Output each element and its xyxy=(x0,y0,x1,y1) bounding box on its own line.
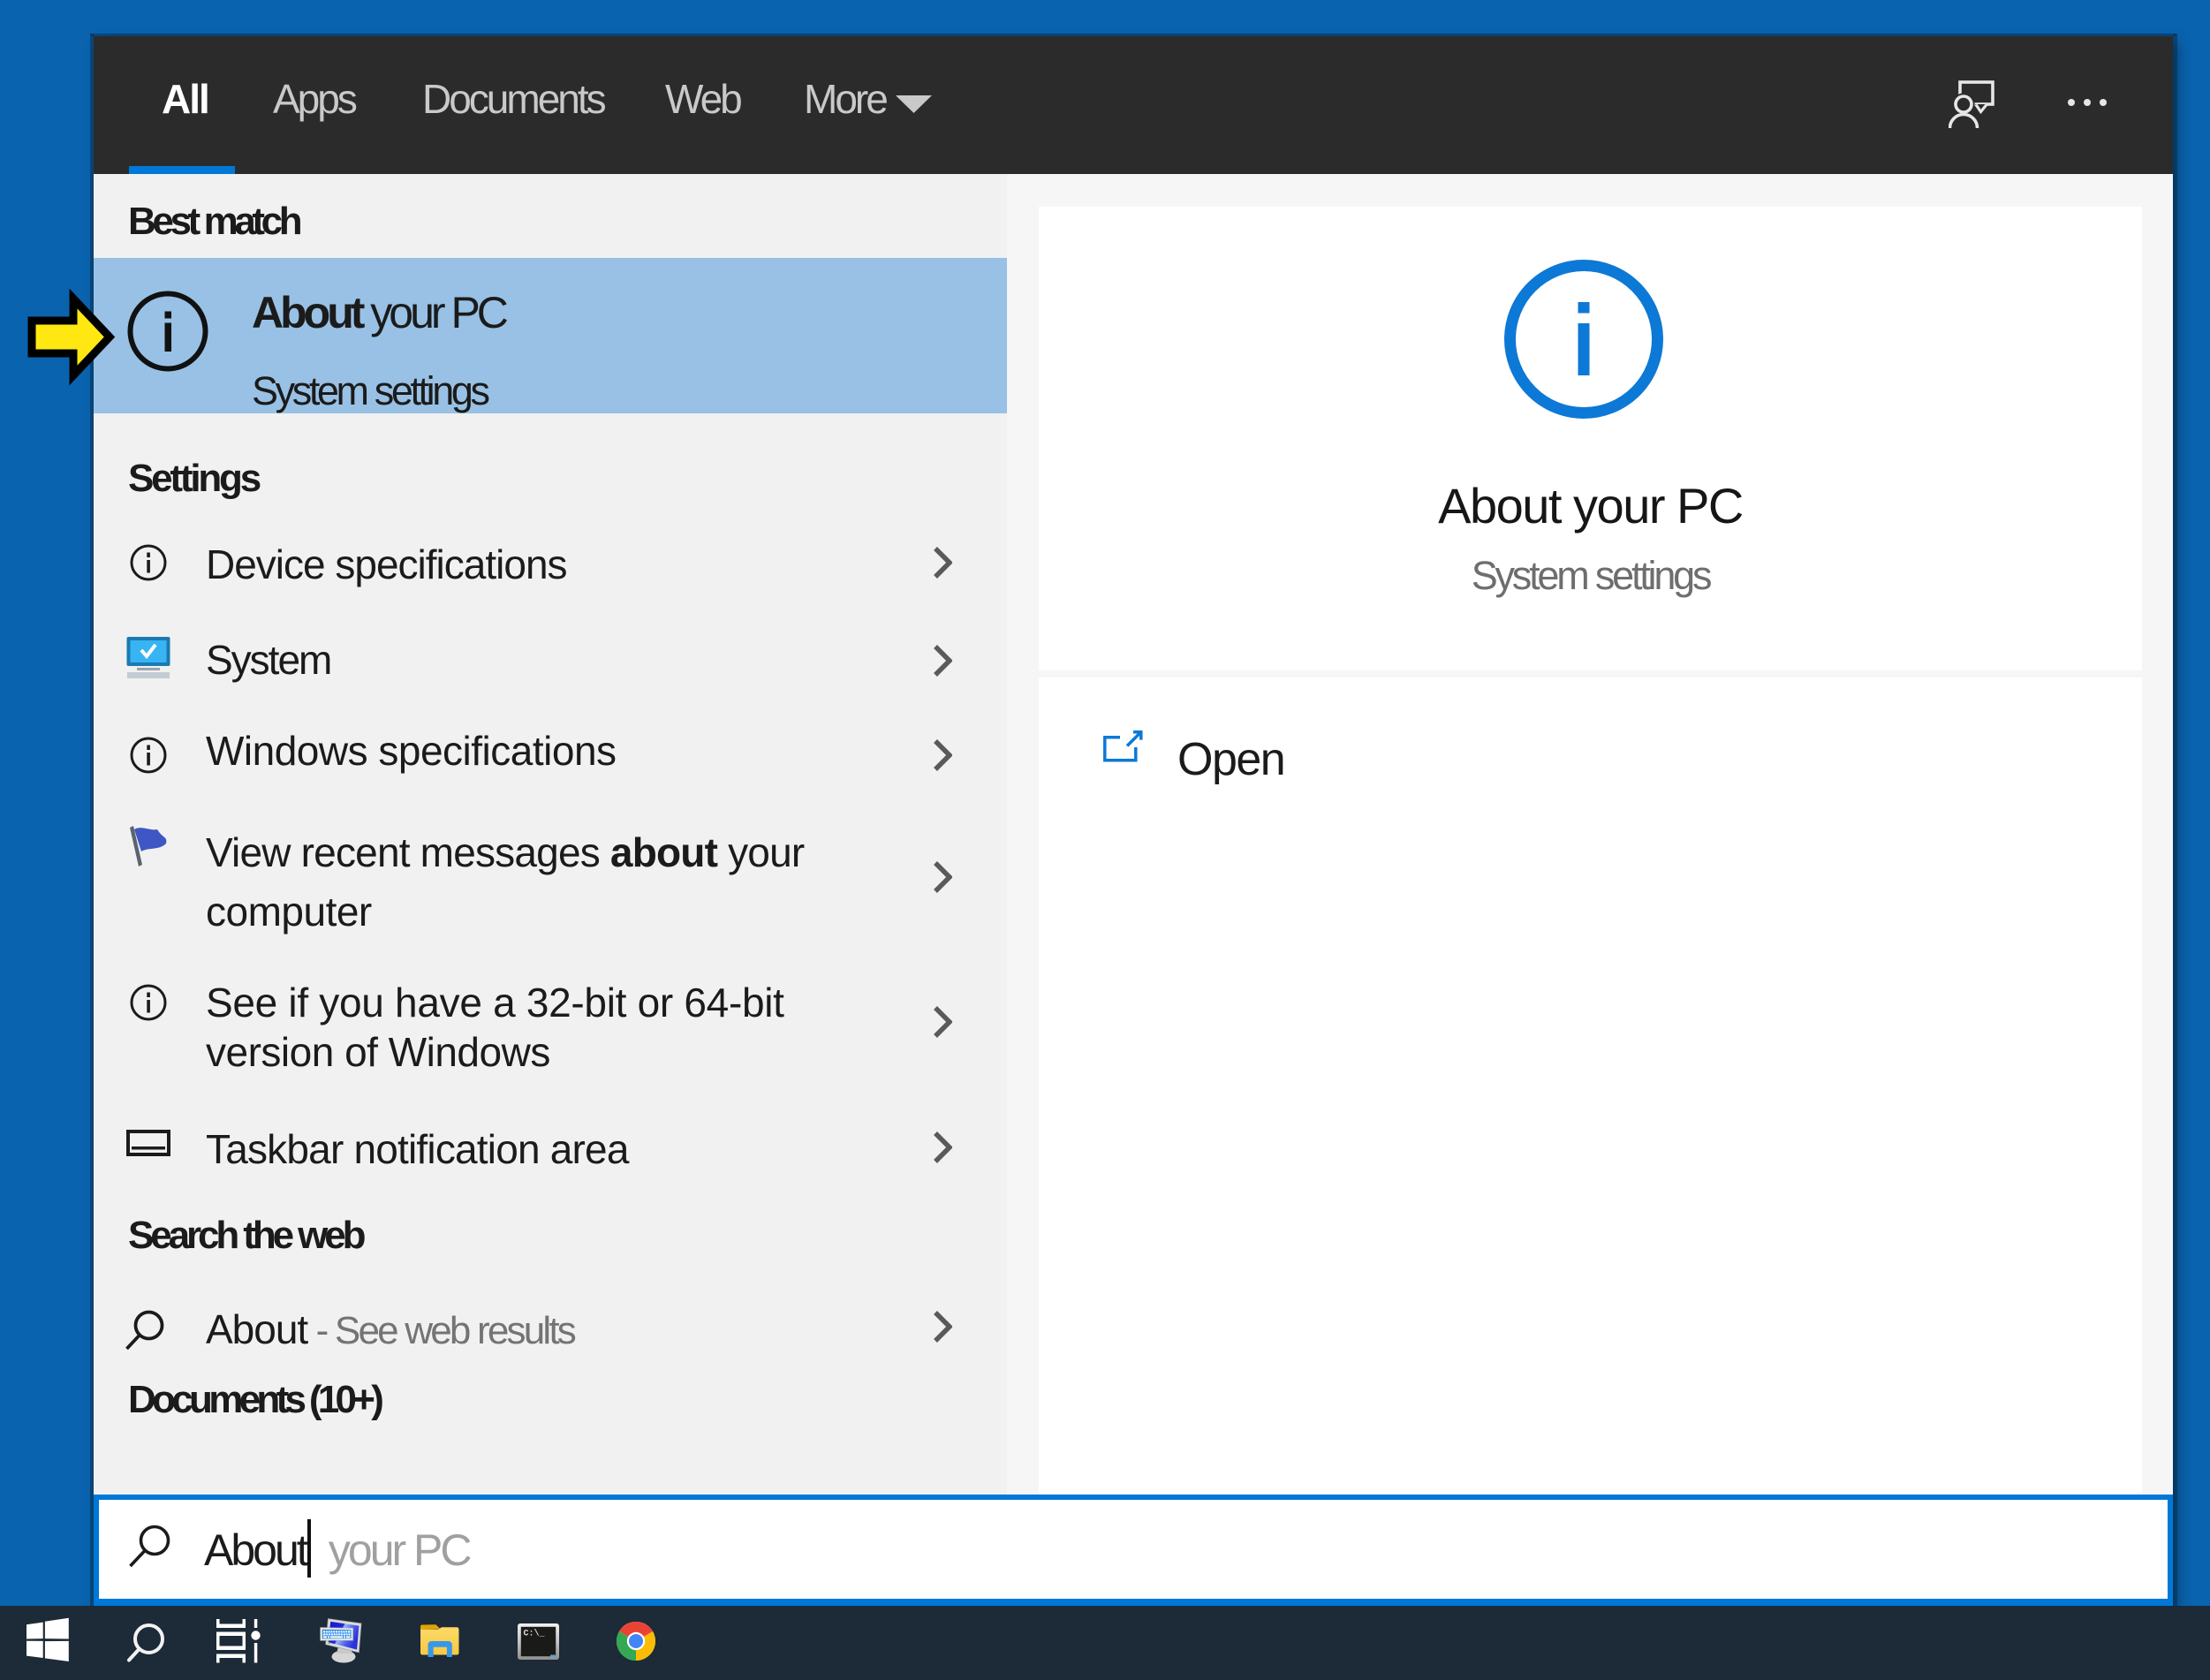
svg-text:C:\_: C:\_ xyxy=(524,1629,546,1639)
